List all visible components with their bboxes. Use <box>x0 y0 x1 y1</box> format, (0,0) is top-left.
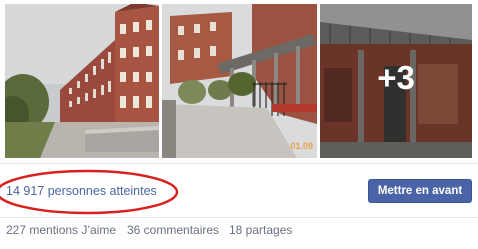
photo-grid: 01.09 +3 <box>5 4 475 158</box>
more-photos-count: +3 <box>377 59 415 96</box>
courtyard-photo-image <box>162 4 317 158</box>
photo-building[interactable] <box>5 4 159 158</box>
comments-count-link[interactable]: 36 commentaires <box>127 223 219 237</box>
shares-count-link[interactable]: 18 partages <box>229 223 292 237</box>
likes-count-link[interactable]: 227 mentions J’aime <box>6 223 116 237</box>
reach-link[interactable]: 14 917 personnes atteintes <box>6 184 157 198</box>
engagement-bar: 227 mentions J’aime 36 commentaires 18 p… <box>0 217 478 248</box>
boost-post-button[interactable]: Mettre en avant <box>368 179 472 203</box>
building-photo-image <box>5 4 159 158</box>
photo-date-stamp: 01.09 <box>290 141 313 151</box>
photo-courtyard[interactable]: 01.09 <box>162 4 317 158</box>
post-stats-row: 14 917 personnes atteintes Mettre en ava… <box>0 163 478 218</box>
photo-gate[interactable]: +3 <box>320 4 472 158</box>
